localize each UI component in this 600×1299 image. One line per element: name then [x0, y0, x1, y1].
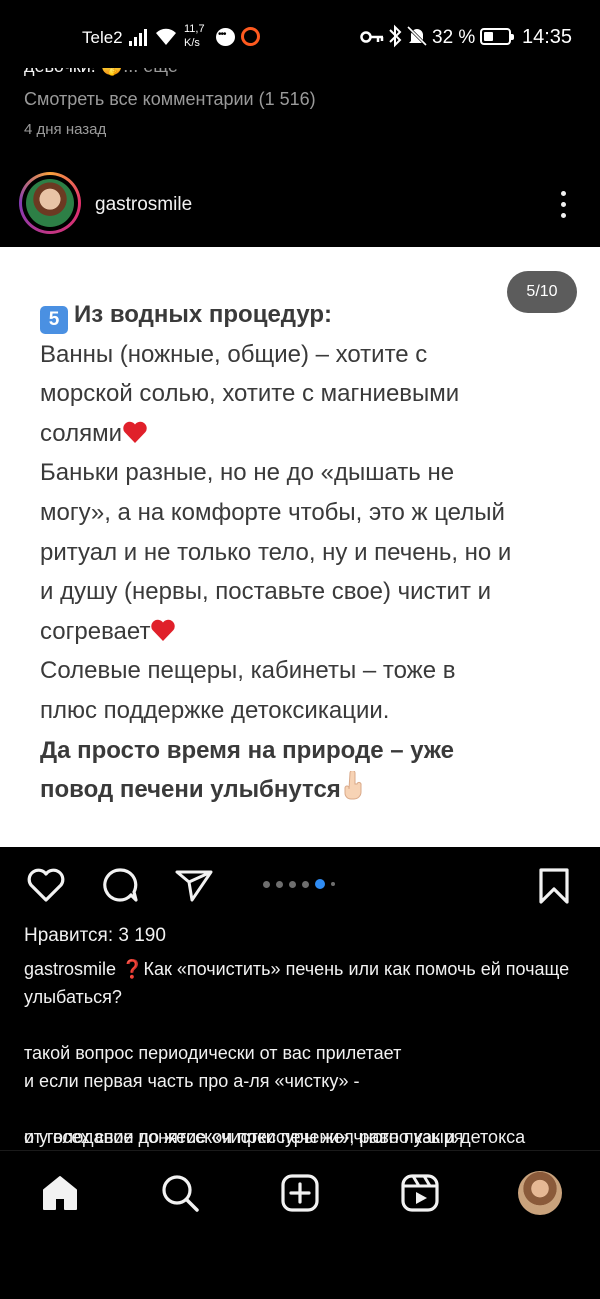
carousel-slide[interactable]: 5/10 5 Из водных процедур: Ванны (ножные,…	[0, 247, 600, 847]
keycap-five-icon: 5	[40, 306, 68, 334]
network-speed: 11,7 K/s	[184, 23, 205, 49]
status-bar: Tele2 11,7 K/s 32 % 14:35	[0, 0, 600, 68]
more-options-icon[interactable]	[552, 188, 576, 222]
slide-line: морской солью, хотите с магниевыми	[40, 380, 460, 408]
plus-square-icon[interactable]	[280, 1173, 320, 1213]
system-gesture-area	[0, 1230, 600, 1299]
caption-username[interactable]: gastrosmile	[24, 959, 116, 979]
wifi-icon	[156, 28, 176, 45]
slide-line: Ванны (ножные, общие) – хотите с	[40, 340, 428, 368]
caption-text: и если первая часть про а-ля «чистку» -	[24, 1071, 360, 1091]
key-icon	[360, 31, 384, 43]
comment-icon[interactable]	[100, 866, 140, 904]
slide-line: Солевые пещеры, кабинеты – тоже в	[40, 657, 456, 685]
caption-cut-line: от голоданий до жесской прессуры желчног…	[24, 1133, 464, 1147]
caption-text: такой вопрос периодически от вас прилета…	[24, 1043, 402, 1063]
slide-line: и душу (нервы, поставьте свое) чистит и	[40, 578, 492, 606]
slide-bold-line: повод печени улыбнутся	[40, 770, 570, 810]
home-icon[interactable]	[40, 1173, 80, 1213]
signal-icon	[129, 28, 147, 46]
battery-icon	[480, 28, 514, 45]
notification-ring-icon	[241, 27, 260, 46]
slide-text: 5 Из водных процедур: Ванны (ножные, общи…	[40, 295, 570, 810]
red-heart-icon	[123, 421, 147, 443]
pointing-up-hand-icon	[344, 771, 362, 800]
heart-icon[interactable]	[26, 866, 66, 904]
reels-icon[interactable]	[400, 1173, 440, 1213]
slide-line: Баньки разные, но не до «дышать не	[40, 459, 455, 487]
slide-line: плюс поддержке детоксикации.	[40, 696, 390, 724]
profile-avatar[interactable]	[518, 1171, 562, 1215]
post-timestamp: 4 дня назад	[24, 121, 107, 138]
search-icon[interactable]	[160, 1173, 200, 1213]
carrier-name: Tele2	[82, 28, 123, 47]
likes-count[interactable]: Нравится: 3 190	[24, 925, 166, 947]
slide-line: солями	[40, 414, 570, 454]
post-caption: gastrosmile ❓Как «почистить» печень или …	[24, 955, 584, 1179]
post-header: gastrosmile	[0, 170, 600, 246]
slide-line: могу», а на комфорте чтобы, это ж целый	[40, 498, 505, 526]
carousel-indicator	[263, 879, 335, 889]
bookmark-icon[interactable]	[536, 866, 572, 906]
bluetooth-icon	[389, 24, 402, 48]
bottom-navigation	[0, 1150, 600, 1230]
send-icon[interactable]	[174, 866, 214, 904]
slide-heading: 5 Из водных процедур:	[40, 295, 570, 335]
story-ring[interactable]	[19, 172, 81, 234]
view-all-comments-link[interactable]: Смотреть все комментарии (1 516)	[24, 89, 316, 110]
slide-line: ритуал и не только тело, ну и печень, но…	[40, 538, 512, 566]
slide-line: согревает	[40, 612, 570, 652]
battery-percent: 32 %	[432, 27, 476, 48]
bell-muted-icon	[406, 25, 428, 47]
clock: 14:35	[522, 26, 573, 48]
avatar[interactable]	[26, 179, 74, 227]
slide-bold-line: Да просто время на природе – уже	[40, 736, 454, 764]
post-username[interactable]: gastrosmile	[95, 194, 192, 216]
red-heart-icon	[151, 619, 176, 641]
messenger-icon	[216, 28, 235, 46]
post-actions	[0, 862, 600, 912]
